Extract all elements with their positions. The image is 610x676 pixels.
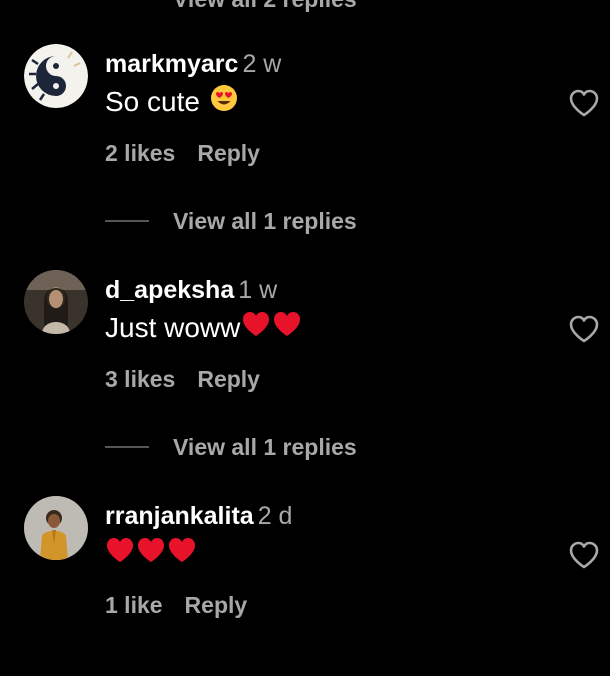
like-heart-icon[interactable] (568, 314, 600, 344)
comment-text: So cute (105, 84, 238, 119)
view-all-replies-link-partial[interactable]: View all 2 replies (173, 0, 357, 13)
avatar-photo-image (24, 270, 88, 334)
comment-actions: 2 likes Reply (105, 140, 260, 167)
username[interactable]: markmyarc (105, 50, 238, 78)
avatar-photo-image (24, 496, 88, 560)
comment-rranjankalita: rranjankalita 2 d 1 like Reply (0, 496, 610, 676)
comment-text-content: So cute (105, 85, 200, 117)
comment-markmyarc: markmyarc 2 w So cute 2 likes Reply View a… (0, 44, 610, 234)
red-heart-emoji-icon (105, 536, 135, 571)
comment-text-content: Just woww (105, 311, 241, 343)
username[interactable]: rranjankalita (105, 502, 254, 530)
avatar-yin-yang-image (24, 44, 88, 108)
username[interactable]: d_apeksha (105, 276, 234, 304)
comment-header: markmyarc 2 w (105, 50, 281, 79)
comment-text (105, 536, 197, 571)
avatar[interactable] (24, 44, 88, 108)
view-replies-label: View all 1 replies (173, 207, 357, 234)
likes-count[interactable]: 1 like (105, 592, 163, 618)
timestamp: 1 w (238, 276, 278, 304)
timestamp: 2 w (242, 50, 282, 78)
timestamp: 2 d (257, 502, 293, 530)
avatar[interactable] (24, 270, 88, 334)
like-heart-icon[interactable] (568, 540, 600, 570)
comment-actions: 3 likes Reply (105, 366, 260, 393)
likes-count[interactable]: 3 likes (105, 366, 175, 392)
divider-line (105, 220, 149, 222)
view-replies-link[interactable]: View all 1 replies (105, 206, 357, 236)
red-heart-emoji-icon (167, 536, 197, 571)
reply-button[interactable]: Reply (185, 592, 248, 618)
reply-button[interactable]: Reply (197, 140, 260, 166)
likes-count[interactable]: 2 likes (105, 140, 175, 166)
red-heart-emoji-icon (136, 536, 166, 571)
comment-header: d_apeksha 1 w (105, 276, 277, 305)
divider-line (105, 446, 149, 448)
comment-d-apeksha: d_apeksha 1 w Just woww 3 likes Reply View… (0, 270, 610, 460)
reply-button[interactable]: Reply (197, 366, 260, 392)
comment-text: Just woww (105, 310, 302, 345)
avatar[interactable] (24, 496, 88, 560)
view-replies-link[interactable]: View all 1 replies (105, 432, 357, 462)
red-heart-emoji-icon (272, 310, 302, 345)
comment-header: rranjankalita 2 d (105, 502, 292, 531)
like-heart-icon[interactable] (568, 88, 600, 118)
red-heart-emoji-icon (241, 310, 271, 345)
comment-actions: 1 like Reply (105, 592, 247, 619)
view-replies-label: View all 1 replies (173, 433, 357, 460)
heart-eyes-emoji-icon (210, 84, 238, 119)
